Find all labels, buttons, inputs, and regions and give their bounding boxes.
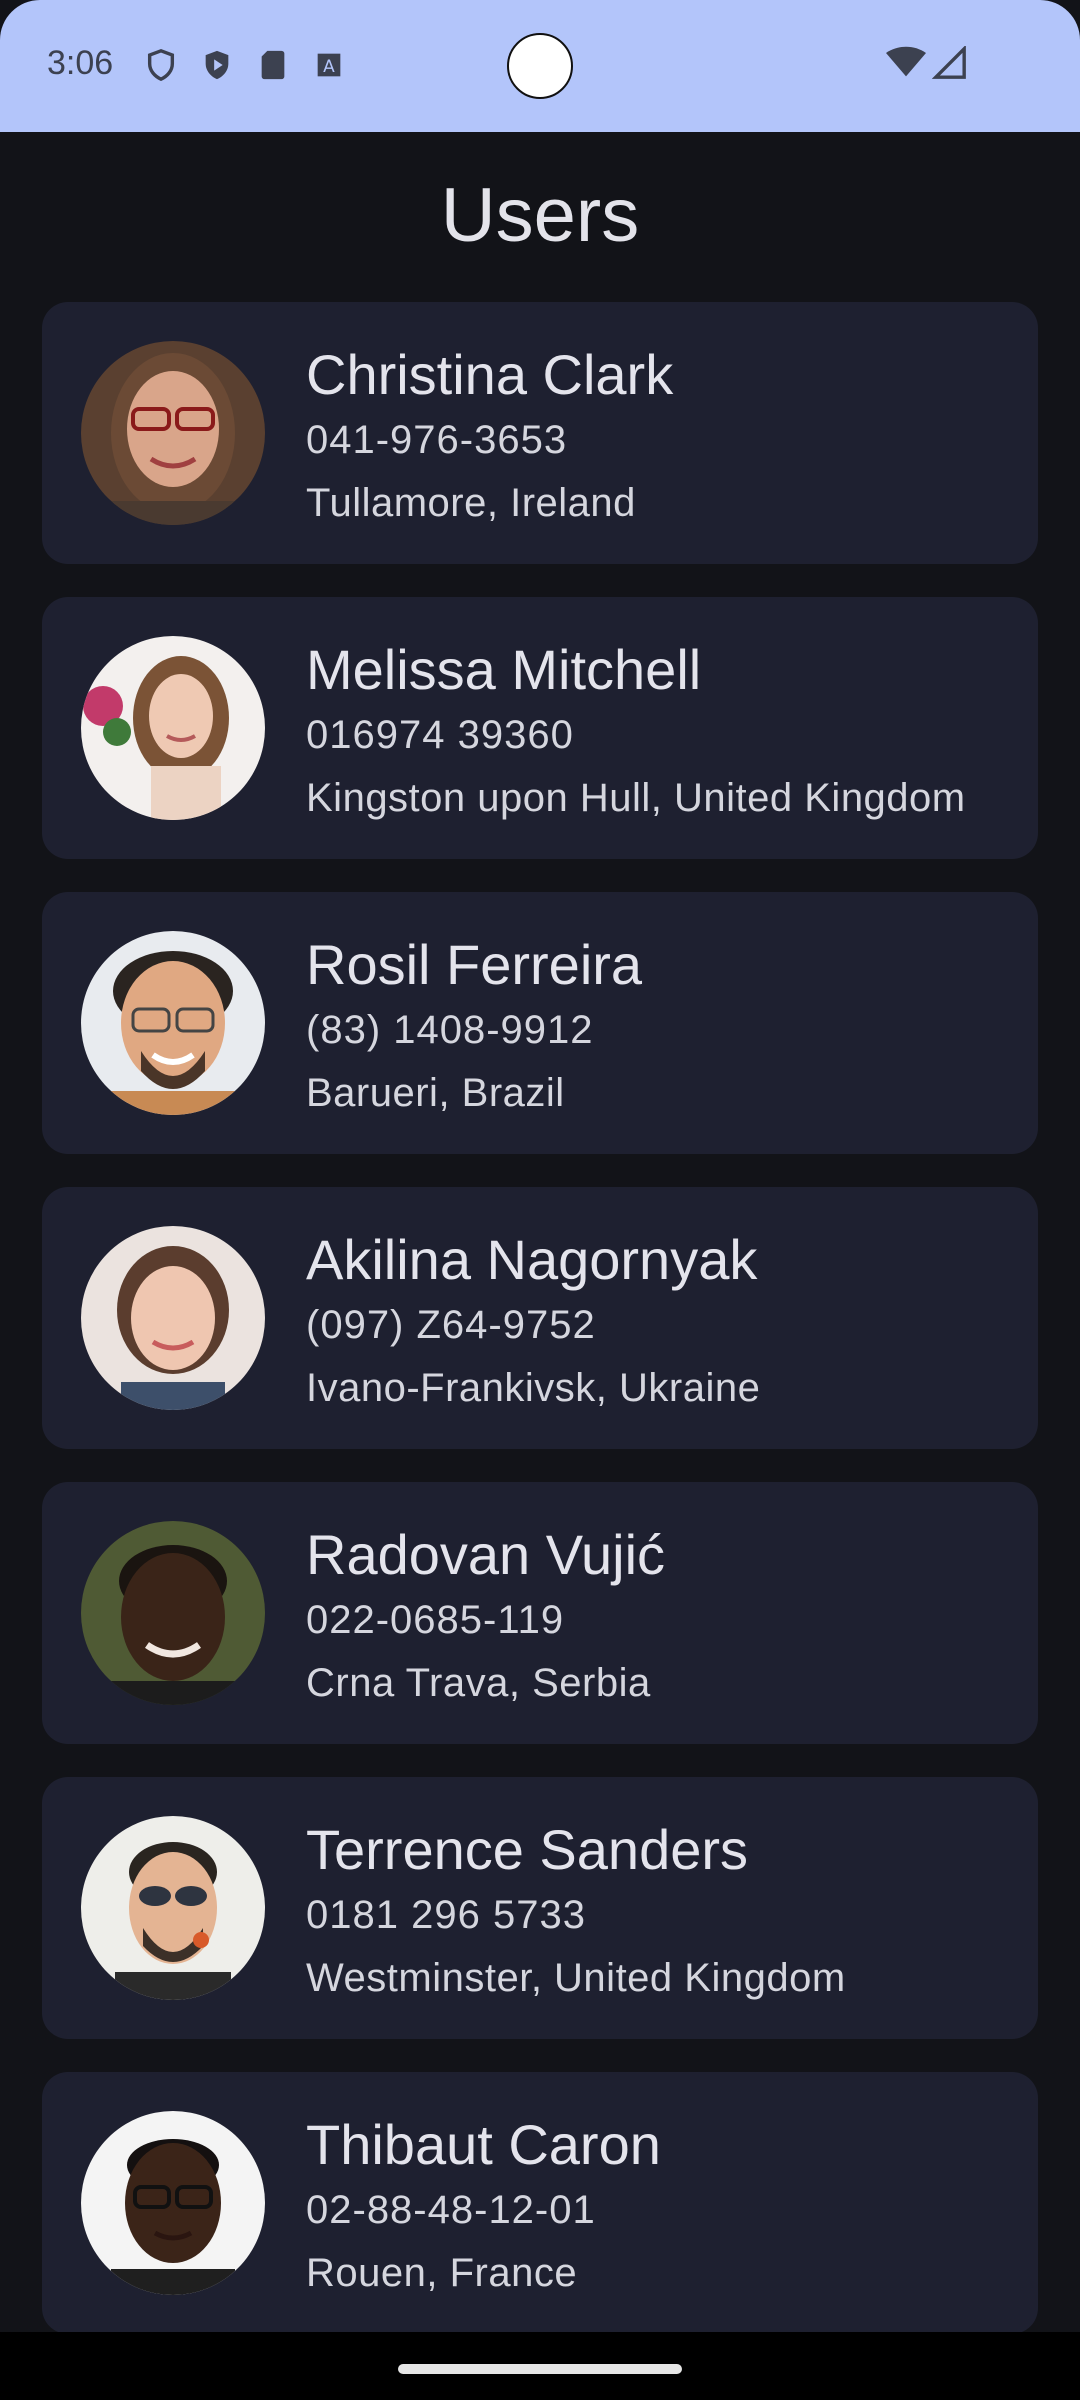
status-right-icons [886,44,968,85]
user-name: Melissa Mitchell [306,638,702,701]
camera-cutout [507,33,573,99]
user-location: Tullamore, Ireland [306,481,636,525]
user-card[interactable]: Christina Clark 041-976-3653 Tullamore, … [42,302,1038,564]
user-card[interactable]: Melissa Mitchell 016974 39360 Kingston u… [42,597,1038,859]
wifi-icon [886,46,926,85]
user-phone: 0181 296 5733 [306,1893,586,1937]
user-list[interactable]: Christina Clark 041-976-3653 Tullamore, … [42,302,1038,2367]
user-name: Rosil Ferreira [306,933,643,996]
sd-card-icon [256,48,290,82]
user-phone: 02-88-48-12-01 [306,2188,596,2232]
user-card[interactable]: Rosil Ferreira (83) 1408-9912 Barueri, B… [42,892,1038,1154]
user-location: Crna Trava, Serbia [306,1661,651,1705]
page-title: Users [440,173,640,258]
cell-signal-icon [931,44,968,85]
user-phone: 041-976-3653 [306,418,568,462]
user-name: Christina Clark [306,343,674,406]
avatar [81,1521,265,1705]
user-location: Westminster, United Kingdom [306,1956,846,2000]
status-left-icons: A [144,48,346,82]
user-name: Terrence Sanders [306,1818,749,1881]
user-location: Kingston upon Hull, United Kingdom [306,776,966,820]
users-screen: Users Christina Clark 041-976-3653 Tulla… [0,132,1080,2334]
user-location: Ivano-Frankivsk, Ukraine [306,1366,761,1410]
user-name: Thibaut Caron [306,2113,661,2176]
status-bar: 3:06 A [0,0,1080,132]
vpn-shield-icon [144,48,178,82]
user-location: Barueri, Brazil [306,1071,565,1115]
user-phone: 016974 39360 [306,713,574,757]
avatar [81,931,265,1115]
user-name: Radovan Vujić [306,1523,666,1586]
avatar [81,636,265,820]
avatar [81,341,265,525]
user-name: Akilina Nagornyak [306,1228,758,1291]
user-location: Rouen, France [306,2251,578,2295]
text-a-icon: A [312,48,346,82]
user-phone: (83) 1408-9912 [306,1008,594,1052]
user-phone: 022-0685-119 [306,1598,565,1642]
avatar [81,1816,265,2000]
user-card[interactable]: Thibaut Caron 02-88-48-12-01 Rouen, Fran… [42,2072,1038,2334]
home-indicator[interactable] [398,2364,682,2374]
user-card[interactable]: Terrence Sanders 0181 296 5733 Westminst… [42,1777,1038,2039]
avatar [81,2111,265,2295]
user-phone: (097) Z64-9752 [306,1303,596,1347]
user-card[interactable]: Akilina Nagornyak (097) Z64-9752 Ivano-F… [42,1187,1038,1449]
avatar [81,1226,265,1410]
svg-text:A: A [323,57,335,77]
user-card[interactable]: Radovan Vujić 022-0685-119 Crna Trava, S… [42,1482,1038,1744]
status-time: 3:06 [47,44,114,82]
play-shield-icon [200,48,234,82]
